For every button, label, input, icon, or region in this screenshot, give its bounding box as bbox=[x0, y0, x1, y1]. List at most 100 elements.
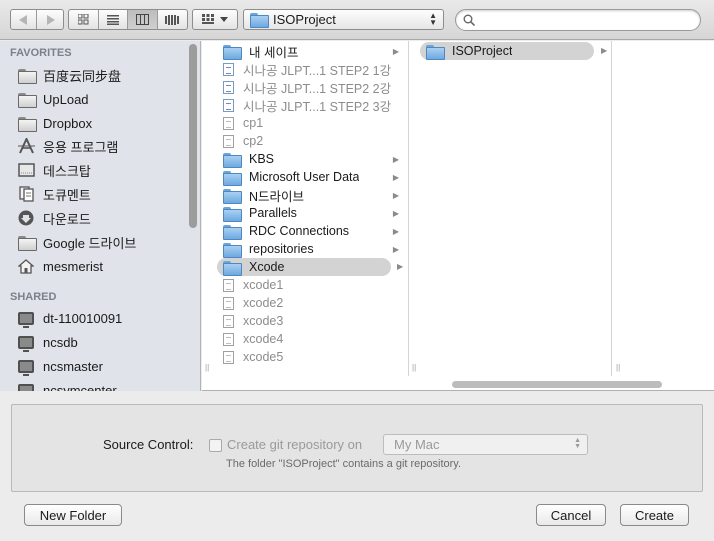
folder-icon bbox=[17, 235, 37, 251]
list-item[interactable]: KBS ▶ bbox=[217, 150, 403, 168]
cancel-button[interactable]: Cancel bbox=[536, 504, 606, 526]
sidebar-item-label: Google 드라이브 bbox=[43, 235, 137, 251]
column-resize-handle[interactable]: || bbox=[412, 363, 416, 372]
document-icon bbox=[223, 332, 234, 346]
column-view-button[interactable] bbox=[128, 10, 158, 29]
sidebar-item-label: ncsdb bbox=[43, 334, 78, 350]
list-item[interactable]: repositories ▶ bbox=[217, 240, 403, 258]
git-repository-note: The folder "ISOProject" contains a git r… bbox=[226, 458, 462, 470]
sidebar-item-shared-computer[interactable]: dt-110010091 bbox=[17, 308, 122, 328]
repository-location-popup[interactable]: My Mac ▲ ▼ bbox=[383, 434, 588, 455]
updown-arrows-icon: ▲ ▼ bbox=[574, 437, 581, 450]
computer-icon bbox=[18, 359, 34, 376]
sidebar-item-label: 다운로드 bbox=[43, 211, 91, 227]
list-item: cp1 bbox=[217, 114, 403, 132]
sidebar-item-shared-computer[interactable]: ncsymcenter bbox=[17, 380, 117, 391]
list-item-selected[interactable]: ISOProject bbox=[420, 42, 594, 60]
sidebar-item-home[interactable]: mesmerist bbox=[17, 256, 103, 276]
column-browser: 내 세이프 ▶ 시나공 JLPT...1 STEP2 1강 시나공 JLPT..… bbox=[202, 41, 714, 391]
sidebar-item-label: dt-110010091 bbox=[43, 310, 123, 326]
view-mode-buttons bbox=[68, 9, 188, 30]
create-git-repo-label: Create git repository on bbox=[227, 437, 363, 452]
source-control-label: Source Control: bbox=[103, 437, 194, 452]
icon-view-button[interactable] bbox=[69, 10, 99, 29]
disclosure-arrow-icon: ▶ bbox=[392, 226, 399, 236]
toolbar: ISOProject ▲ ▼ bbox=[0, 0, 714, 40]
updown-arrows-icon: ▲ ▼ bbox=[429, 11, 437, 27]
document-icon bbox=[223, 134, 234, 148]
folder-icon bbox=[17, 116, 37, 132]
sidebar-header-favorites: FAVORITES bbox=[10, 47, 72, 59]
sidebar-item-label: ncsmaster bbox=[43, 358, 103, 374]
sidebar-item-shared-computer[interactable]: ncsdb bbox=[17, 332, 78, 352]
horizontal-scrollbar[interactable] bbox=[452, 381, 662, 388]
sidebar-item-dropbox[interactable]: Dropbox bbox=[17, 113, 92, 133]
arrange-button[interactable] bbox=[193, 10, 237, 29]
list-item: xcode4 bbox=[217, 330, 403, 348]
sidebar-item-desktop[interactable]: 데스크탑 bbox=[17, 160, 91, 180]
list-item[interactable]: Microsoft User Data ▶ bbox=[217, 168, 403, 186]
arrange-grid-icon bbox=[202, 14, 214, 24]
folder-icon bbox=[17, 92, 37, 108]
document-icon bbox=[223, 278, 234, 292]
path-popup[interactable]: ISOProject ▲ ▼ bbox=[243, 9, 444, 30]
sidebar-scrollbar[interactable] bbox=[189, 44, 197, 228]
columns-icon bbox=[135, 14, 149, 25]
sidebar-item-label: 데스크탑 bbox=[43, 163, 91, 179]
sidebar-item-upload[interactable]: UpLoad bbox=[17, 89, 89, 109]
documents-icon bbox=[18, 186, 34, 202]
sidebar-item-label: ncsymcenter bbox=[43, 382, 117, 392]
disclosure-arrow-icon: ▶ bbox=[392, 190, 399, 200]
create-button[interactable]: Create bbox=[620, 504, 689, 526]
list-item-selected[interactable]: Xcode bbox=[217, 258, 391, 276]
disclosure-arrow-icon: ▶ bbox=[397, 262, 404, 271]
browser-column-1: 내 세이프 ▶ 시나공 JLPT...1 STEP2 1강 시나공 JLPT..… bbox=[217, 41, 409, 376]
list-item: xcode3 bbox=[217, 312, 403, 330]
back-button[interactable] bbox=[11, 10, 37, 29]
list-view-button[interactable] bbox=[99, 10, 128, 29]
list-item[interactable]: N드라이브 ▶ bbox=[217, 186, 403, 204]
sidebar-header-shared: SHARED bbox=[10, 291, 57, 303]
sidebar-item-label: mesmerist bbox=[43, 258, 103, 274]
grid-icon bbox=[77, 14, 89, 25]
document-icon bbox=[223, 296, 234, 310]
applications-icon bbox=[17, 138, 35, 154]
coverflow-view-button[interactable] bbox=[158, 10, 187, 29]
disclosure-arrow-icon: ▶ bbox=[392, 46, 399, 56]
media-file-icon bbox=[223, 62, 234, 76]
column-resize-handle[interactable]: || bbox=[205, 363, 209, 372]
folder-icon bbox=[223, 44, 242, 60]
list-item[interactable]: RDC Connections ▶ bbox=[217, 222, 403, 240]
disclosure-arrow-icon: ▶ bbox=[392, 208, 399, 218]
sidebar-item-google-drive[interactable]: Google 드라이브 bbox=[17, 232, 136, 252]
browser-column-2: ISOProject ▶ bbox=[420, 41, 612, 376]
create-git-repo-checkbox[interactable] bbox=[209, 439, 222, 452]
sidebar-item-shared-computer[interactable]: ncsmaster bbox=[17, 356, 103, 376]
list-item[interactable]: 내 세이프 ▶ bbox=[217, 42, 403, 60]
list-item[interactable]: Parallels ▶ bbox=[217, 204, 403, 222]
document-icon bbox=[223, 116, 234, 130]
home-icon bbox=[18, 258, 34, 274]
folder-icon bbox=[223, 224, 242, 240]
sidebar-item-baidu[interactable]: 百度云同步盘 bbox=[17, 65, 121, 85]
forward-button[interactable] bbox=[37, 10, 63, 29]
sidebar-item-applications[interactable]: 응용 프로그램 bbox=[17, 136, 118, 156]
downloads-icon bbox=[18, 210, 34, 226]
sidebar-item-downloads[interactable]: 다운로드 bbox=[17, 208, 91, 228]
column-resize-handle[interactable]: || bbox=[616, 363, 620, 372]
chevron-left-icon bbox=[19, 14, 27, 25]
disclosure-arrow-icon: ▶ bbox=[392, 244, 399, 254]
list-item: 시나공 JLPT...1 STEP2 3강 bbox=[217, 96, 403, 114]
new-folder-button[interactable]: New Folder bbox=[24, 504, 122, 526]
search-field[interactable] bbox=[455, 9, 701, 31]
list-item: xcode5 bbox=[217, 348, 403, 366]
arrange-popup[interactable] bbox=[192, 9, 238, 30]
sidebar-item-documents[interactable]: 도큐멘트 bbox=[17, 184, 91, 204]
list-icon bbox=[106, 14, 119, 25]
folder-icon bbox=[223, 206, 242, 222]
source-control-panel: Source Control: Create git repository on… bbox=[11, 404, 703, 492]
list-item: xcode1 bbox=[217, 276, 403, 294]
folder-icon bbox=[426, 44, 445, 60]
sidebar-item-label: 도큐멘트 bbox=[43, 187, 91, 203]
sidebar: FAVORITES 百度云同步盘 UpLoad Dropbox 응용 프로그램 … bbox=[0, 41, 201, 391]
